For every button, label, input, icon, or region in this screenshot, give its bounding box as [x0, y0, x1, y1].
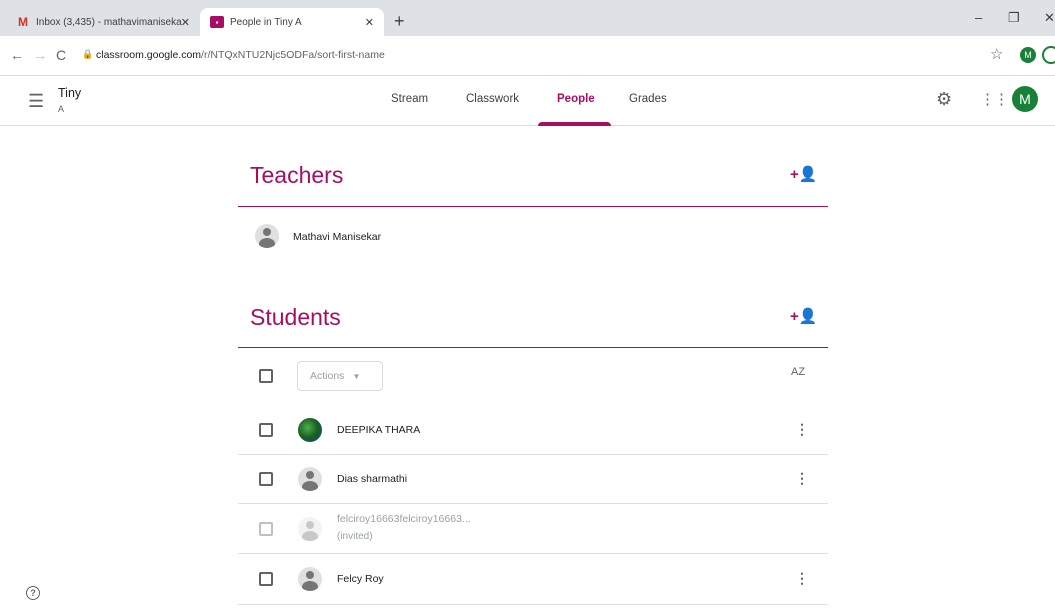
actions-label: Actions [310, 370, 345, 382]
student-checkbox[interactable] [259, 423, 273, 437]
profile-avatar[interactable]: M [1020, 47, 1036, 63]
student-avatar [298, 567, 322, 591]
student-avatar [298, 418, 322, 442]
reload-icon[interactable]: C [56, 47, 66, 63]
gear-icon[interactable]: ⚙ [936, 89, 952, 110]
tab-stream[interactable]: Stream [391, 93, 428, 105]
app-header: ☰ Tiny A Stream Classwork People Grades … [0, 77, 1055, 126]
row-divider [238, 503, 828, 504]
browser-tab-gmail[interactable]: M Inbox (3,435) - mathavimaniseka ✕ [6, 8, 200, 36]
actions-dropdown[interactable]: Actions ▼ [297, 361, 383, 391]
back-icon[interactable]: ← [10, 47, 24, 63]
student-name[interactable]: felciroy16663felciroy16663... [337, 513, 471, 525]
teachers-heading: Teachers [250, 162, 344, 188]
classroom-icon: ▪ [210, 16, 224, 28]
tab-classwork[interactable]: Classwork [466, 93, 519, 105]
forward-icon[interactable]: → [33, 47, 47, 63]
address-bar: ← → C 🔒 classroom.google.com/r/NTQxNTU2N… [0, 36, 1055, 76]
url-host: classroom.google.com [96, 49, 202, 61]
active-tab-indicator [538, 122, 611, 126]
student-name[interactable]: Dias sharmathi [337, 473, 407, 485]
select-all-checkbox[interactable] [259, 369, 273, 383]
restore-icon[interactable]: ❐ [1008, 10, 1020, 26]
students-divider [238, 347, 828, 348]
row-divider [238, 454, 828, 455]
help-icon[interactable]: ? [26, 586, 40, 600]
invite-student-icon[interactable]: +👤 [790, 307, 817, 325]
browser-tab-title: People in Tiny A [230, 16, 302, 28]
row-divider [238, 553, 828, 554]
more-options-icon[interactable]: ⋮ [795, 570, 809, 587]
browser-tab-classroom[interactable]: ▪ People in Tiny A ✕ [200, 8, 384, 36]
new-tab-button[interactable]: + [394, 12, 405, 30]
class-name[interactable]: Tiny [58, 86, 81, 100]
student-checkbox[interactable] [259, 572, 273, 586]
sort-az-icon[interactable]: AZ [791, 366, 805, 378]
minimize-icon[interactable]: – [975, 10, 982, 25]
student-avatar [298, 517, 322, 541]
student-name[interactable]: DEEPIKA THARA [337, 424, 420, 436]
tab-people[interactable]: People [557, 93, 595, 105]
url-path: /r/NTQxNTU2Njc5ODFa/sort-first-name [201, 49, 385, 61]
more-options-icon[interactable]: ⋮ [795, 421, 809, 438]
menu-icon[interactable]: ☰ [28, 92, 44, 110]
teachers-divider [238, 206, 828, 207]
chevron-down-icon: ▼ [352, 371, 361, 381]
bookmark-star-icon[interactable]: ☆ [990, 45, 1003, 63]
student-avatar [298, 467, 322, 491]
class-section: A [58, 104, 65, 114]
teacher-name: Mathavi Manisekar [293, 231, 382, 243]
teacher-avatar [255, 224, 279, 248]
more-options-icon[interactable]: ⋮ [795, 470, 809, 487]
invited-status: (invited) [337, 531, 373, 542]
tab-grades[interactable]: Grades [629, 93, 667, 105]
gmail-icon: M [18, 15, 28, 29]
url-field[interactable]: classroom.google.com/r/NTQxNTU2Njc5ODFa/… [96, 49, 385, 61]
students-heading: Students [250, 304, 341, 330]
student-checkbox[interactable] [259, 522, 273, 536]
browser-tab-title: Inbox (3,435) - mathavimaniseka [36, 16, 182, 28]
student-name[interactable]: Felcy Roy [337, 573, 384, 585]
row-divider [238, 604, 828, 605]
window-close-icon[interactable]: ✕ [1044, 10, 1055, 26]
extension-icon[interactable] [1042, 46, 1055, 64]
student-checkbox[interactable] [259, 472, 273, 486]
invite-teacher-icon[interactable]: +👤 [790, 165, 817, 183]
close-icon[interactable]: ✕ [181, 16, 190, 29]
avatar[interactable]: M [1012, 86, 1038, 112]
lock-icon: 🔒 [82, 49, 94, 59]
close-icon[interactable]: ✕ [365, 16, 374, 29]
browser-tab-bar: M Inbox (3,435) - mathavimaniseka ✕ ▪ Pe… [0, 0, 1055, 36]
